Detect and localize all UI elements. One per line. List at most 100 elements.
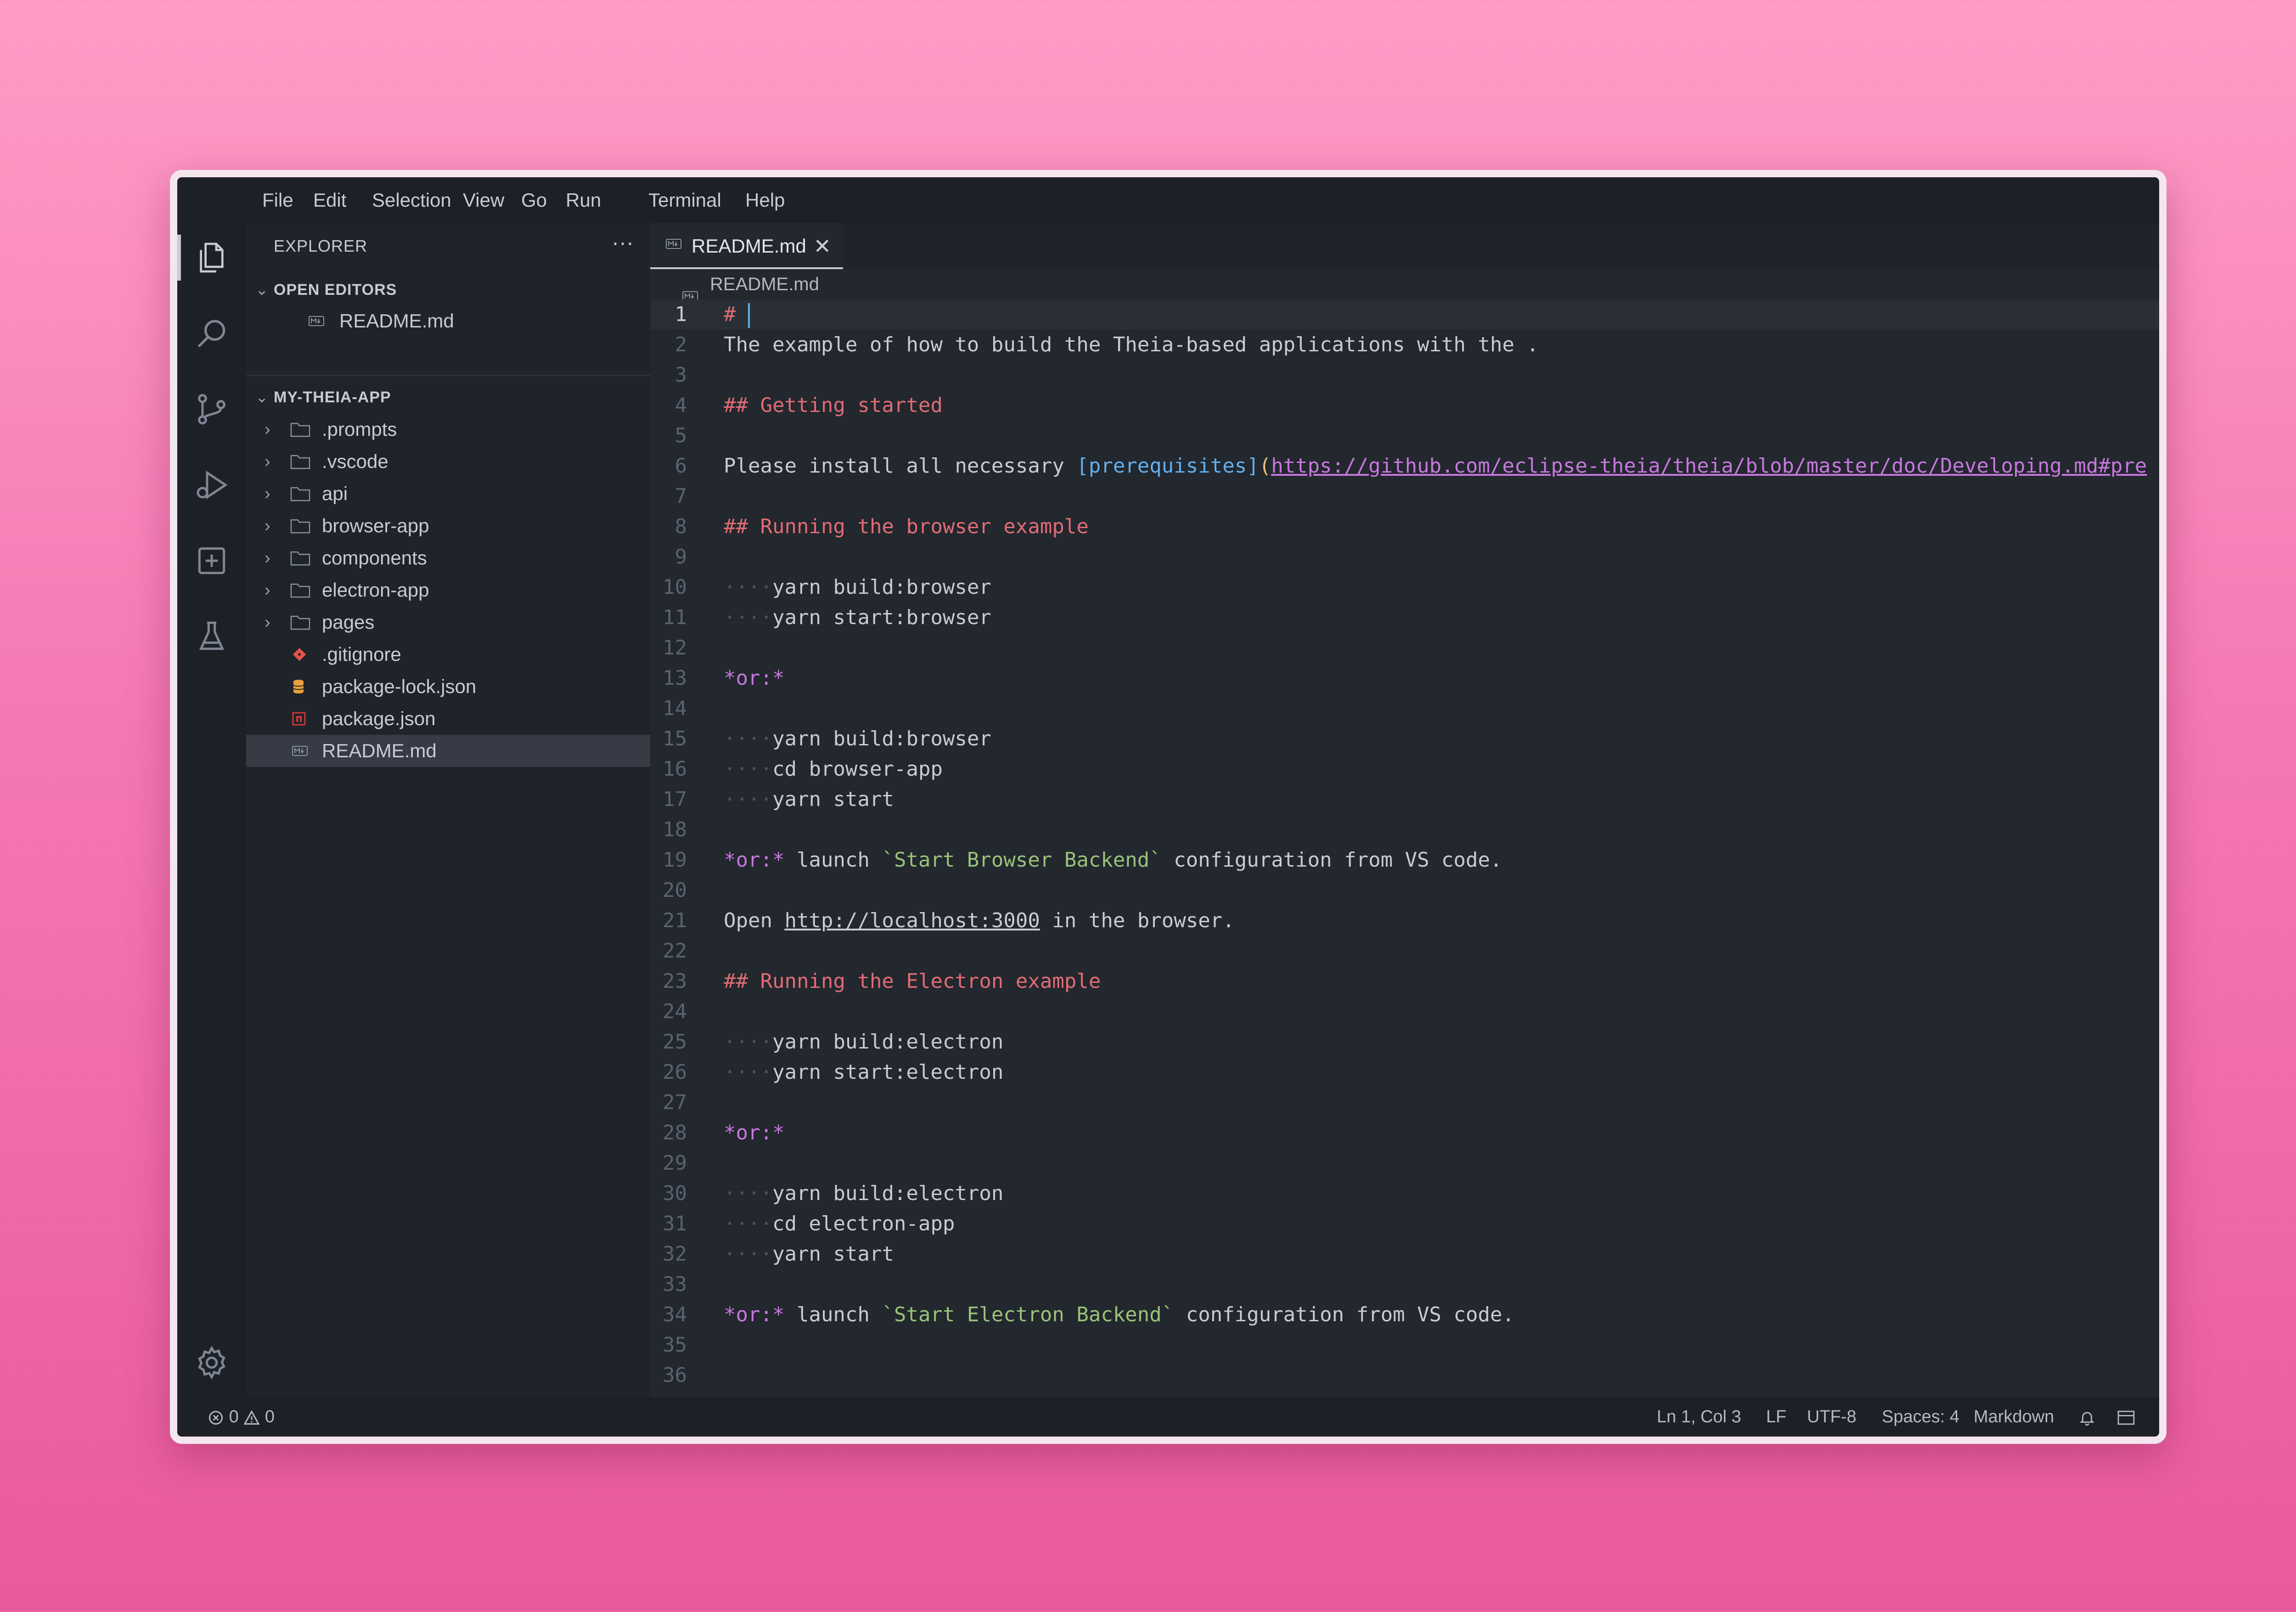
line-number: 21 bbox=[663, 909, 687, 932]
menu-edit[interactable]: Edit bbox=[313, 177, 346, 223]
menu-go[interactable]: Go bbox=[521, 177, 547, 223]
more-actions-icon[interactable]: ··· bbox=[612, 223, 634, 269]
source-control-activity[interactable] bbox=[177, 375, 246, 444]
file-label: .gitignore bbox=[322, 643, 401, 665]
lock-file-icon bbox=[292, 671, 314, 703]
line-number: 2 bbox=[675, 333, 687, 356]
folder-item[interactable]: › browser-app bbox=[246, 510, 650, 542]
code-line: 31 ····cd electron-app bbox=[650, 1209, 2159, 1239]
explorer-activity[interactable] bbox=[177, 223, 246, 292]
line-number: 16 bbox=[663, 757, 687, 781]
code-line: 4 ## Getting started bbox=[650, 390, 2159, 421]
file-encoding[interactable]: UTF-8 bbox=[1807, 1397, 1857, 1437]
heading-token: # bbox=[724, 303, 748, 326]
settings-activity[interactable] bbox=[177, 1328, 246, 1397]
testing-activity[interactable] bbox=[177, 602, 246, 671]
code-line: 12 bbox=[650, 633, 2159, 663]
whitespace-marker: ···· bbox=[724, 1030, 772, 1054]
menu-terminal[interactable]: Terminal bbox=[648, 177, 721, 223]
url-token[interactable]: http://localhost:3000 bbox=[784, 909, 1040, 932]
emphasis-token: *or:* bbox=[724, 1121, 785, 1144]
line-number: 5 bbox=[675, 424, 687, 447]
notifications-bell-icon[interactable] bbox=[2078, 1397, 2096, 1437]
language-mode[interactable]: Markdown bbox=[1974, 1397, 2054, 1437]
line-ending[interactable]: LF bbox=[1766, 1397, 1786, 1437]
open-editors-header[interactable]: ⌄ OPEN EDITORS bbox=[255, 274, 397, 306]
tab-label: README.md bbox=[692, 235, 806, 257]
tab-readme[interactable]: README.md ✕ bbox=[650, 223, 843, 269]
warning-count: 0 bbox=[264, 1407, 275, 1426]
code-text: cd browser-app bbox=[772, 757, 943, 781]
close-icon[interactable]: ✕ bbox=[813, 223, 831, 269]
folder-item[interactable]: › components bbox=[246, 542, 650, 574]
line-number: 4 bbox=[675, 394, 687, 417]
code-line: 32 ····yarn start bbox=[650, 1239, 2159, 1269]
run-debug-activity[interactable] bbox=[177, 451, 246, 519]
menu-file[interactable]: File bbox=[262, 177, 293, 223]
layout-panel-icon[interactable] bbox=[2117, 1397, 2135, 1437]
line-number: 36 bbox=[663, 1364, 687, 1387]
emphasis-token: *or:* bbox=[724, 848, 785, 872]
code-line: 7 bbox=[650, 481, 2159, 512]
folder-item[interactable]: › electron-app bbox=[246, 574, 650, 606]
whitespace-marker: ···· bbox=[724, 727, 772, 750]
chevron-down-icon: ⌄ bbox=[255, 389, 269, 406]
search-activity[interactable] bbox=[177, 299, 246, 368]
folder-item[interactable]: › api bbox=[246, 478, 650, 510]
folder-icon bbox=[290, 542, 312, 574]
code-text: yarn build:browser bbox=[772, 727, 991, 750]
code-text: yarn build:electron bbox=[772, 1030, 1004, 1054]
line-number: 13 bbox=[663, 666, 687, 690]
folder-item[interactable]: › .vscode bbox=[246, 445, 650, 478]
indentation[interactable]: Spaces: 4 bbox=[1882, 1397, 1959, 1437]
explorer-title: EXPLORER bbox=[274, 237, 368, 255]
menu-bar: File Edit Selection View Go Run Terminal… bbox=[177, 177, 2159, 223]
line-number: 8 bbox=[675, 515, 687, 538]
menu-run[interactable]: Run bbox=[566, 177, 601, 223]
line-number: 19 bbox=[663, 848, 687, 872]
folder-icon bbox=[290, 413, 312, 445]
url-token[interactable]: https://github.com/eclipse-theia/theia/b… bbox=[1271, 454, 2147, 478]
line-number: 27 bbox=[663, 1091, 687, 1114]
error-count: 0 bbox=[229, 1407, 239, 1426]
code-editor[interactable]: 1 # 2 The example of how to build the Thei… bbox=[650, 299, 2159, 1397]
file-item[interactable]: .gitignore bbox=[246, 638, 650, 671]
folder-label: browser-app bbox=[322, 515, 429, 536]
code-line: 8 ## Running the browser example bbox=[650, 512, 2159, 542]
folder-label: api bbox=[322, 483, 348, 504]
code-text: yarn build:browser bbox=[772, 575, 991, 599]
heading-token: ## Getting started bbox=[724, 394, 943, 417]
chevron-right-icon: › bbox=[264, 581, 270, 600]
code-text: yarn start bbox=[772, 788, 894, 811]
line-number: 17 bbox=[663, 788, 687, 811]
problems-indicator[interactable]: 0 0 bbox=[208, 1397, 275, 1437]
folder-item[interactable]: › .prompts bbox=[246, 413, 650, 445]
inline-code-token: `Start Electron Backend` bbox=[882, 1303, 1174, 1326]
line-number: 7 bbox=[675, 485, 687, 508]
whitespace-marker: ···· bbox=[724, 1242, 772, 1266]
menu-selection[interactable]: Selection bbox=[372, 177, 451, 223]
folder-label: pages bbox=[322, 611, 375, 633]
cursor-position[interactable]: Ln 1, Col 3 bbox=[1657, 1397, 1741, 1437]
code-line: 21 Open http://localhost:3000 in the brow… bbox=[650, 906, 2159, 936]
code-text: configuration from VS code. bbox=[1161, 848, 1503, 872]
menu-help[interactable]: Help bbox=[745, 177, 785, 223]
project-header[interactable]: ⌄ MY-THEIA-APP bbox=[255, 381, 391, 413]
heading-token: ## Running the browser example bbox=[724, 515, 1089, 538]
section-divider bbox=[246, 375, 650, 376]
chevron-right-icon: › bbox=[264, 516, 270, 535]
code-line: 33 bbox=[650, 1269, 2159, 1300]
line-number: 20 bbox=[663, 879, 687, 902]
file-item[interactable]: package.json bbox=[246, 703, 650, 735]
chevron-right-icon: › bbox=[264, 613, 270, 632]
file-item-selected[interactable]: README.md bbox=[246, 735, 650, 767]
open-editor-item[interactable]: README.md bbox=[246, 305, 650, 337]
folder-item[interactable]: › pages bbox=[246, 606, 650, 638]
code-line: 25 ····yarn build:electron bbox=[650, 1027, 2159, 1057]
extensions-activity[interactable] bbox=[177, 526, 246, 595]
code-line: 13 *or:* bbox=[650, 663, 2159, 693]
code-line: 1 # bbox=[650, 299, 2159, 330]
file-item[interactable]: package-lock.json bbox=[246, 671, 650, 703]
menu-view[interactable]: View bbox=[463, 177, 504, 223]
whitespace-marker: ···· bbox=[724, 788, 772, 811]
